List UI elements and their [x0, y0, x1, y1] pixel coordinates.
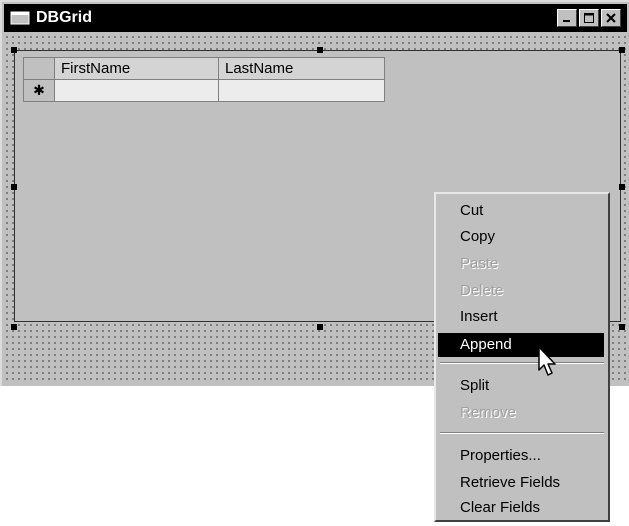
minimize-button[interactable] — [557, 9, 577, 27]
maximize-icon — [584, 13, 594, 23]
new-row-indicator-icon: ✱ — [23, 79, 55, 102]
grid-cell-firstname[interactable] — [54, 79, 219, 102]
minimize-icon — [563, 20, 570, 22]
menu-item-cut[interactable]: Cut — [438, 199, 604, 223]
sizing-handle-bottom-right[interactable] — [619, 324, 625, 330]
menu-separator — [440, 362, 604, 364]
sizing-handle-bottom-middle[interactable] — [317, 324, 323, 330]
grid-cell-lastname[interactable] — [218, 79, 385, 102]
column-header-firstname[interactable]: FirstName — [54, 57, 219, 80]
window-title: DBGrid — [36, 9, 92, 26]
close-button[interactable] — [601, 9, 621, 27]
grid-context-menu: Cut Copy Paste Delete Insert Append Spli… — [434, 192, 610, 522]
column-header-lastname[interactable]: LastName — [218, 57, 385, 80]
menu-item-split[interactable]: Split — [438, 374, 604, 398]
menu-item-clear-fields[interactable]: Clear Fields — [438, 496, 604, 520]
menu-item-retrieve-fields[interactable]: Retrieve Fields — [438, 471, 604, 495]
menu-separator — [440, 432, 604, 434]
sizing-handle-bottom-left[interactable] — [11, 324, 17, 330]
sizing-handle-top-middle[interactable] — [317, 47, 323, 53]
menu-item-properties[interactable]: Properties... — [438, 444, 604, 468]
maximize-button[interactable] — [579, 9, 599, 27]
form-icon — [10, 11, 30, 25]
menu-item-remove[interactable]: Remove — [438, 401, 604, 425]
menu-item-paste[interactable]: Paste — [438, 252, 604, 276]
grid-corner-cell — [23, 57, 55, 80]
menu-item-copy[interactable]: Copy — [438, 225, 604, 249]
mouse-pointer-icon — [538, 346, 556, 376]
menu-item-delete[interactable]: Delete — [438, 279, 604, 303]
data-grid-table: FirstName LastName ✱ — [23, 57, 385, 102]
sizing-handle-middle-right[interactable] — [619, 184, 625, 190]
close-icon — [606, 13, 616, 23]
menu-item-append[interactable]: Append — [438, 333, 604, 357]
sizing-handle-top-left[interactable] — [11, 47, 17, 53]
title-bar[interactable]: DBGrid — [4, 4, 627, 32]
menu-item-insert[interactable]: Insert — [438, 305, 604, 329]
sizing-handle-middle-left[interactable] — [11, 184, 17, 190]
sizing-handle-top-right[interactable] — [619, 47, 625, 53]
